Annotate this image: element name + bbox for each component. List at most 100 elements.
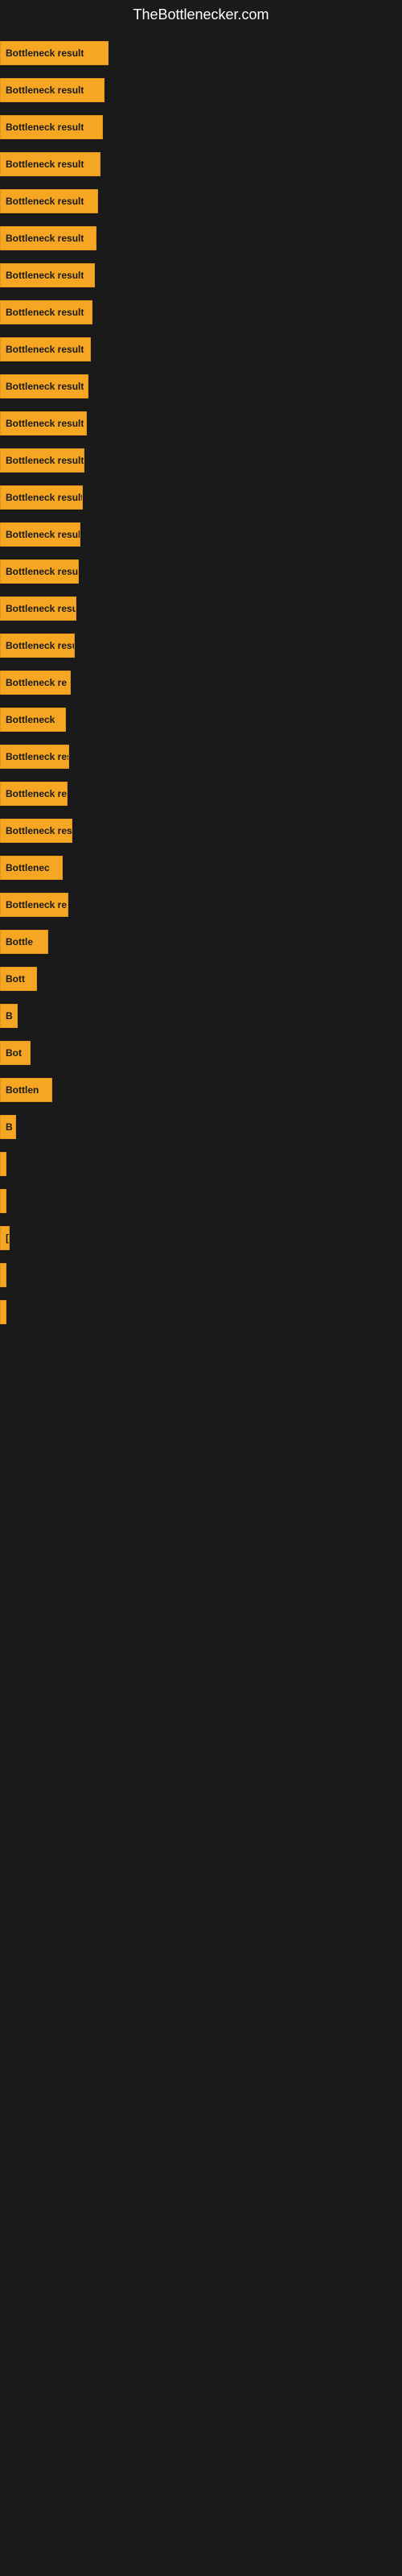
bottleneck-bar[interactable]: Bottleneck re: [0, 782, 68, 806]
bottleneck-bar[interactable]: Bottleneck result: [0, 152, 100, 176]
bar-label: Bottleneck result: [6, 47, 84, 59]
bar-row: B: [0, 1001, 402, 1031]
bottleneck-bar[interactable]: [0, 1152, 6, 1176]
bar-row: Bottleneck result: [0, 556, 402, 587]
bar-row: Bottleneck result: [0, 371, 402, 402]
bottleneck-bar[interactable]: Bottleneck resu: [0, 819, 72, 843]
bottleneck-bar[interactable]: Bottleneck result: [0, 78, 105, 102]
bar-row: [0, 1297, 402, 1327]
bar-row: Bott: [0, 964, 402, 994]
bottleneck-bar[interactable]: [0, 1263, 6, 1287]
bar-label: Bottleneck re: [6, 788, 67, 799]
bottleneck-bar[interactable]: [0, 1300, 6, 1324]
bar-row: Bottleneck res: [0, 741, 402, 772]
bar-label: Bottleneck result: [6, 381, 84, 392]
bar-row: Bottleneck result: [0, 630, 402, 661]
bottleneck-bar[interactable]: Bottleneck result: [0, 559, 79, 584]
bottleneck-bar[interactable]: [0, 1189, 6, 1213]
bar-row: Bottleneck result: [0, 297, 402, 328]
bottleneck-bar[interactable]: Bottleneck resu: [0, 597, 76, 621]
bar-label: Bottleneck result: [6, 640, 75, 651]
bar-label: [: [6, 1232, 9, 1244]
bottleneck-bar[interactable]: Bottleneck re: [0, 671, 71, 695]
bottleneck-bar[interactable]: [: [0, 1226, 10, 1250]
bar-label: Bottleneck resu: [6, 825, 72, 836]
bar-label: Bottleneck re: [6, 677, 67, 688]
bar-row: Bottleneck re: [0, 667, 402, 698]
bottleneck-bar[interactable]: B: [0, 1115, 16, 1139]
bar-row: Bottleneck result: [0, 223, 402, 254]
bottleneck-bar[interactable]: Bottleneck result: [0, 485, 83, 510]
bottleneck-bar[interactable]: Bottleneck result: [0, 263, 95, 287]
bottleneck-bar[interactable]: Bottleneck result: [0, 300, 92, 324]
bar-label: Bot: [6, 1047, 22, 1059]
bar-row: Bottlen: [0, 1075, 402, 1105]
bottleneck-bar[interactable]: Bottleneck result: [0, 41, 109, 65]
bar-label: Bottleneck result: [6, 529, 80, 540]
bar-label: Bottleneck re: [6, 899, 67, 910]
bar-row: Bottleneck result: [0, 519, 402, 550]
bottleneck-bar[interactable]: Bottleneck result: [0, 337, 91, 361]
bar-label: Bottleneck result: [6, 307, 84, 318]
bar-row: [: [0, 1223, 402, 1253]
bottleneck-bar[interactable]: Bottle: [0, 930, 48, 954]
bottleneck-bar[interactable]: Bottleneck res: [0, 745, 69, 769]
bar-label: Bottlenec: [6, 862, 50, 873]
bar-row: Bottleneck result: [0, 75, 402, 105]
bar-row: Bottleneck resu: [0, 593, 402, 624]
bar-label: Bottleneck: [6, 714, 55, 725]
bottleneck-bar[interactable]: Bottleneck result: [0, 226, 96, 250]
bar-row: Bottlenec: [0, 852, 402, 883]
bar-label: Bottleneck result: [6, 159, 84, 170]
bottleneck-bar[interactable]: Bottleneck re: [0, 893, 68, 917]
bar-row: Bottleneck result: [0, 482, 402, 513]
bottleneck-bar[interactable]: B: [0, 1004, 18, 1028]
bar-row: Bottleneck re: [0, 778, 402, 809]
bar-label: Bottleneck result: [6, 270, 84, 281]
bar-label: B: [6, 1121, 13, 1133]
bar-row: Bottleneck result: [0, 149, 402, 180]
bottleneck-bar[interactable]: Bottlenec: [0, 856, 63, 880]
bar-label: Bottleneck result: [6, 196, 84, 207]
bar-label: Bottle: [6, 936, 33, 947]
bar-row: Bottleneck re: [0, 890, 402, 920]
bottleneck-bar[interactable]: Bottleneck result: [0, 115, 103, 139]
bar-label: Bottleneck res: [6, 751, 69, 762]
bottleneck-bar[interactable]: Bottlen: [0, 1078, 52, 1102]
bar-row: B: [0, 1112, 402, 1142]
bar-label: Bottleneck result: [6, 122, 84, 133]
bottleneck-bar[interactable]: Bottleneck result: [0, 189, 98, 213]
bar-row: Bottleneck result: [0, 112, 402, 142]
bottleneck-bar[interactable]: Bottleneck result: [0, 411, 87, 436]
bottleneck-bar[interactable]: Bottleneck: [0, 708, 66, 732]
bar-label: Bottleneck result: [6, 85, 84, 96]
bar-label: Bottleneck result: [6, 455, 84, 466]
bottleneck-bar[interactable]: Bottleneck result: [0, 634, 75, 658]
bottleneck-bar[interactable]: Bot: [0, 1041, 31, 1065]
bar-row: Bottleneck result: [0, 186, 402, 217]
bar-label: Bottlen: [6, 1084, 39, 1096]
bar-row: Bottleneck result: [0, 334, 402, 365]
bar-row: Bottleneck result: [0, 38, 402, 68]
bar-label: B: [6, 1010, 13, 1022]
bar-row: Bottleneck result: [0, 260, 402, 291]
bar-label: Bottleneck result: [6, 566, 79, 577]
bottleneck-bar[interactable]: Bottleneck result: [0, 448, 84, 473]
bar-label: Bottleneck result: [6, 418, 84, 429]
bar-label: Bott: [6, 973, 25, 985]
bar-row: Bottleneck result: [0, 445, 402, 476]
bar-row: Bottle: [0, 927, 402, 957]
bottleneck-bar[interactable]: Bottleneck result: [0, 374, 88, 398]
bars-container: Bottleneck result Bottleneck result Bottle…: [0, 30, 402, 1342]
bar-label: Bottleneck resu: [6, 603, 76, 614]
bottleneck-bar[interactable]: Bottleneck result: [0, 522, 80, 547]
bar-row: Bottleneck result: [0, 408, 402, 439]
bottleneck-bar[interactable]: Bott: [0, 967, 37, 991]
bar-row: [0, 1149, 402, 1179]
bar-row: Bot: [0, 1038, 402, 1068]
bar-label: Bottleneck result: [6, 233, 84, 244]
bar-label: Bottleneck result: [6, 492, 83, 503]
bar-row: Bottleneck: [0, 704, 402, 735]
bar-row: [0, 1260, 402, 1290]
bar-row: Bottleneck resu: [0, 815, 402, 846]
